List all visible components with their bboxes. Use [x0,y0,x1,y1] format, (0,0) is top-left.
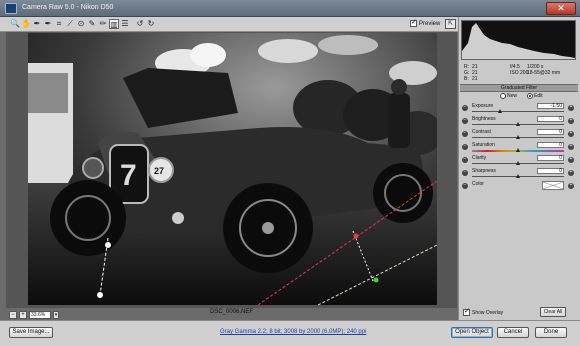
clarity-slider-row: − Clarity 0 + [460,155,578,167]
contrast-plus-icon[interactable]: + [568,131,574,137]
camera-raw-app-icon [5,3,17,14]
rotate-ccw-icon[interactable]: ↺ [135,19,145,29]
mode-edit-label: Edit [534,93,543,99]
brightness-slider-row: − Brightness 0 + [460,116,578,128]
done-button[interactable]: Done [535,327,567,338]
brightness-slider-thumb[interactable] [516,122,520,126]
mode-new-option[interactable]: New [500,93,517,99]
contrast-label: Contrast [472,129,491,135]
clarity-plus-icon[interactable]: + [568,157,574,163]
preview-label: Preview [419,20,441,27]
adjustment-brush-icon[interactable]: ✏ [98,19,108,29]
mode-edit-radio[interactable] [527,93,533,99]
photo-preview[interactable]: 7 27 [28,33,437,305]
sharpness-value-field[interactable]: 0 [537,168,564,174]
clarity-minus-icon[interactable]: − [462,157,468,163]
exposure-slider-row: − Exposure -1.50 + [460,103,578,115]
clear-all-button[interactable]: Clear All [540,307,566,317]
clarity-value-field[interactable]: 0 [537,155,564,161]
exposure-value-field[interactable]: -1.50 [537,103,564,109]
zoom-tool-icon[interactable]: 🔍 [10,19,20,29]
exposure-plus-icon[interactable]: + [568,105,574,111]
workflow-options-link[interactable]: Gray Gamma 2.2; 8 bit; 3008 by 2000 (6.0… [220,329,366,335]
exif-readout: f/4.5 1/200 s ISO 20018-55@32 mm [510,64,560,76]
crop-tool-icon[interactable]: ⌗ [54,19,64,29]
brightness-plus-icon[interactable]: + [568,118,574,124]
show-overlay-checkbox[interactable]: Show Overlay [463,307,504,316]
svg-text:7: 7 [120,159,137,192]
hand-tool-icon[interactable]: ✋ [21,19,31,29]
sharpness-slider-row: − Sharpness 0 + [460,168,578,180]
sharpness-minus-icon[interactable]: − [462,170,468,176]
graduated-filter-header: Graduated Filter [460,84,578,92]
sharpness-label: Sharpness [472,168,496,174]
b-label: B: [464,76,469,82]
color-plus-icon[interactable]: + [568,183,574,189]
saturation-value-field[interactable]: 0 [537,142,564,148]
histogram-graph [462,23,575,59]
clarity-slider-thumb[interactable] [516,161,520,165]
mode-new-radio[interactable] [500,93,506,99]
contrast-value-field[interactable]: 0 [537,129,564,135]
saturation-minus-icon[interactable]: − [462,144,468,150]
color-minus-icon[interactable]: − [462,183,468,189]
graduated-filter-icon[interactable]: ▥ [109,19,119,29]
title-bar: Camera Raw 5.0 - Nikon D50 ✕ [0,0,580,17]
color-label: Color [472,181,484,187]
b-value: 21 [472,76,478,82]
fullscreen-toggle-icon[interactable]: ⇱ [445,19,456,29]
show-overlay-checkbox-box[interactable] [463,307,470,316]
preferences-icon[interactable]: ☰ [120,19,130,29]
saturation-slider-row: − Saturation 0 + [460,142,578,154]
saturation-plus-icon[interactable]: + [568,144,574,150]
exposure-slider-thumb[interactable] [497,109,502,113]
image-readout: R: 21 G: 21 B: 21 f/4.5 1/200 s ISO 20018-55… [460,62,578,82]
exposure-label: Exposure [472,103,494,109]
save-image-button[interactable]: Save Image... [9,327,53,338]
histogram [461,20,576,60]
mode-new-label: New [507,93,518,99]
saturation-label: Saturation [472,142,495,148]
clarity-label: Clarity [472,155,487,161]
rgb-readout: R: 21 G: 21 B: 21 [464,64,480,82]
window-title: Camera Raw 5.0 - Nikon D50 [22,4,114,11]
saturation-slider-thumb[interactable] [516,148,520,152]
preview-checkbox-box[interactable] [410,18,417,27]
sharpness-slider-thumb[interactable] [516,174,520,178]
exposure-minus-icon[interactable]: − [462,105,468,111]
white-balance-tool-icon[interactable]: ✒ [32,19,42,29]
color-swatch[interactable] [542,181,564,190]
mode-selector: New Edit [460,93,578,101]
mode-edit-option[interactable]: Edit [527,93,543,99]
iso-value: ISO 200 [510,70,529,76]
red-eye-tool-icon[interactable]: ⊙ [76,19,86,29]
svg-text:27: 27 [154,166,164,176]
close-button[interactable]: ✕ [546,2,576,15]
exposure-slider-track[interactable] [472,111,564,112]
rotate-cw-icon[interactable]: ↻ [146,19,156,29]
contrast-minus-icon[interactable]: − [462,131,468,137]
brightness-minus-icon[interactable]: − [462,118,468,124]
contrast-slider-thumb[interactable] [516,135,520,139]
sharpness-plus-icon[interactable]: + [568,170,574,176]
image-filename: DSC_0006.NEF [209,309,254,315]
show-overlay-label: Show Overlay [472,309,504,316]
preview-checkbox[interactable]: Preview [410,18,441,27]
open-object-button[interactable]: Open Object [451,327,493,338]
photo-image: 7 27 [28,33,437,305]
contrast-slider-row: − Contrast 0 + [460,129,578,141]
cancel-button[interactable]: Cancel [497,327,529,338]
spot-removal-tool-icon[interactable]: ✎ [87,19,97,29]
straighten-tool-icon[interactable]: ⟋ [65,19,75,29]
brightness-label: Brightness [472,116,496,122]
color-sampler-tool-icon[interactable]: ✒ [43,19,53,29]
brightness-value-field[interactable]: 0 [537,116,564,122]
color-row: − Color + [460,181,578,193]
lens-value: 18-55@32 mm [527,70,561,76]
